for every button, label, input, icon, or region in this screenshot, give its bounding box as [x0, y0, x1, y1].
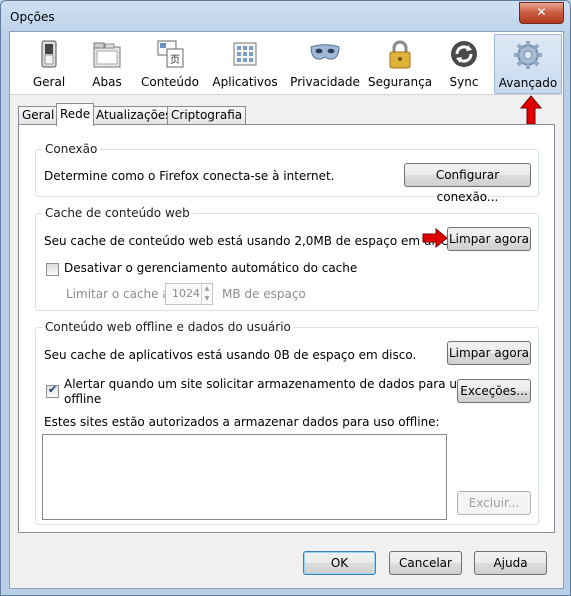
rede-panel: Conexão Determine como o Firefox conecta… [18, 124, 555, 533]
remove-site-button: Excluir... [457, 491, 531, 515]
connection-description: Determine como o Firefox conecta-se à in… [44, 169, 335, 183]
pane-sync-label: Sync [449, 75, 479, 89]
offline-usage-text: Seu cache de aplicativos está usando 0B … [44, 348, 417, 362]
ok-label: OK [330, 556, 349, 570]
svg-text:页: 页 [170, 54, 180, 66]
dialog-client-area: Geral Abas 页 Conteúdo Aplicativos Privac… [9, 31, 564, 589]
pane-aplicativos-button[interactable]: Aplicativos [210, 34, 280, 92]
pane-abas-label: Abas [92, 75, 122, 89]
tab-geral[interactable]: Geral [18, 106, 59, 125]
pane-conteudo-button[interactable]: 页 Conteúdo [138, 34, 202, 92]
pane-geral-button[interactable]: Geral [24, 34, 74, 92]
gear-icon [514, 41, 542, 69]
pane-conteudo-label: Conteúdo [141, 75, 199, 89]
warn-offline-label-line1: Alertar quando um site solicitar armazen… [64, 377, 471, 391]
sync-icon [451, 41, 477, 67]
offline-storage-group: Conteúdo web offline e dados do usuário … [35, 320, 539, 525]
warn-offline-label-line2: offline [64, 392, 102, 406]
tab-rede-label: Rede [60, 107, 91, 121]
tab-atualizacoes-label: Atualizações [96, 108, 172, 122]
override-cache-label: Desativar o gerenciamento automático do … [64, 261, 358, 275]
pane-seguranca-button[interactable]: Segurança [368, 34, 432, 92]
cache-limit-label: Limitar o cache a [66, 287, 170, 301]
annotation-arrow-right [422, 228, 448, 248]
tab-rede[interactable]: Rede [56, 103, 95, 126]
pane-privacidade-button[interactable]: Privacidade [290, 34, 360, 92]
exceptions-label: Exceções... [460, 384, 528, 398]
configure-connection-label: Configurar conexão... [435, 168, 500, 204]
pane-seguranca-label: Segurança [368, 75, 433, 89]
pane-aplicativos-label: Aplicativos [212, 75, 278, 89]
close-button[interactable]: ✕ [519, 2, 564, 24]
connection-group: Conexão Determine como o Firefox conecta… [35, 142, 539, 204]
cache-size-stepper[interactable]: 1024 ▲ ▼ [165, 283, 213, 305]
help-label: Ajuda [493, 556, 528, 570]
tab-geral-label: Geral [22, 108, 55, 122]
mask-icon [310, 44, 340, 60]
checkmark-icon: ✔ [48, 383, 58, 396]
cancel-button[interactable]: Cancelar [389, 551, 462, 575]
remove-site-label: Excluir... [468, 496, 520, 510]
clear-offline-label: Limpar agora [448, 346, 530, 360]
window-title: Opções [10, 10, 55, 24]
offline-sites-list[interactable] [42, 434, 447, 520]
cache-group: Cache de conteúdo web Seu cache de conte… [35, 206, 539, 311]
switch-icon [41, 40, 57, 68]
tab-atualizacoes[interactable]: Atualizações [92, 106, 176, 125]
clear-cache-label: Limpar agora [448, 232, 530, 246]
cache-size-value: 1024 [172, 287, 200, 300]
pane-geral-label: Geral [32, 75, 66, 89]
preferences-toolbar: Geral Abas 页 Conteúdo Aplicativos Privac… [10, 32, 563, 95]
stepper-arrows-icon[interactable]: ▲ ▼ [201, 284, 212, 304]
pane-sync-button[interactable]: Sync [442, 34, 486, 92]
tab-criptografia-label: Criptografia [171, 108, 243, 122]
cancel-label: Cancelar [399, 556, 452, 570]
exceptions-button[interactable]: Exceções... [457, 379, 531, 403]
tabs-folder-icon [93, 42, 121, 68]
cache-limit-unit: MB de espaço [222, 287, 306, 301]
clear-cache-button[interactable]: Limpar agora [447, 227, 531, 251]
pane-privacidade-label: Privacidade [290, 75, 360, 89]
close-icon[interactable]: ✕ [536, 5, 546, 19]
annotation-arrow-up [520, 95, 542, 125]
offline-group-title: Conteúdo web offline e dados do usuário [42, 320, 294, 334]
options-window: Opções ✕ Geral Abas 页 Conteúdo Aplicativ [0, 0, 571, 596]
cache-usage-text: Seu cache de conteúdo web está usando 2,… [44, 234, 459, 248]
content-document-icon: 页 [157, 40, 184, 68]
cache-group-title: Cache de conteúdo web [42, 206, 193, 220]
configure-connection-button[interactable]: Configurar conexão... [404, 163, 531, 204]
pane-avancado-label: Avançado [498, 76, 558, 90]
connection-group-title: Conexão [42, 142, 101, 156]
clear-offline-button[interactable]: Limpar agora [447, 341, 531, 365]
padlock-icon [389, 40, 411, 69]
pane-abas-button[interactable]: Abas [84, 34, 130, 92]
tab-criptografia[interactable]: Criptografia [167, 106, 247, 125]
title-bar: Opções ✕ [1, 1, 570, 31]
applications-icon [233, 42, 257, 66]
pane-avancado-button[interactable]: Avançado [494, 34, 562, 94]
offline-sites-label: Estes sites estão autorizados a armazena… [44, 415, 440, 429]
ok-button[interactable]: OK [303, 551, 376, 575]
override-cache-checkbox[interactable] [46, 263, 59, 276]
help-button[interactable]: Ajuda [474, 551, 547, 575]
warn-offline-checkbox[interactable]: ✔ [46, 383, 59, 398]
